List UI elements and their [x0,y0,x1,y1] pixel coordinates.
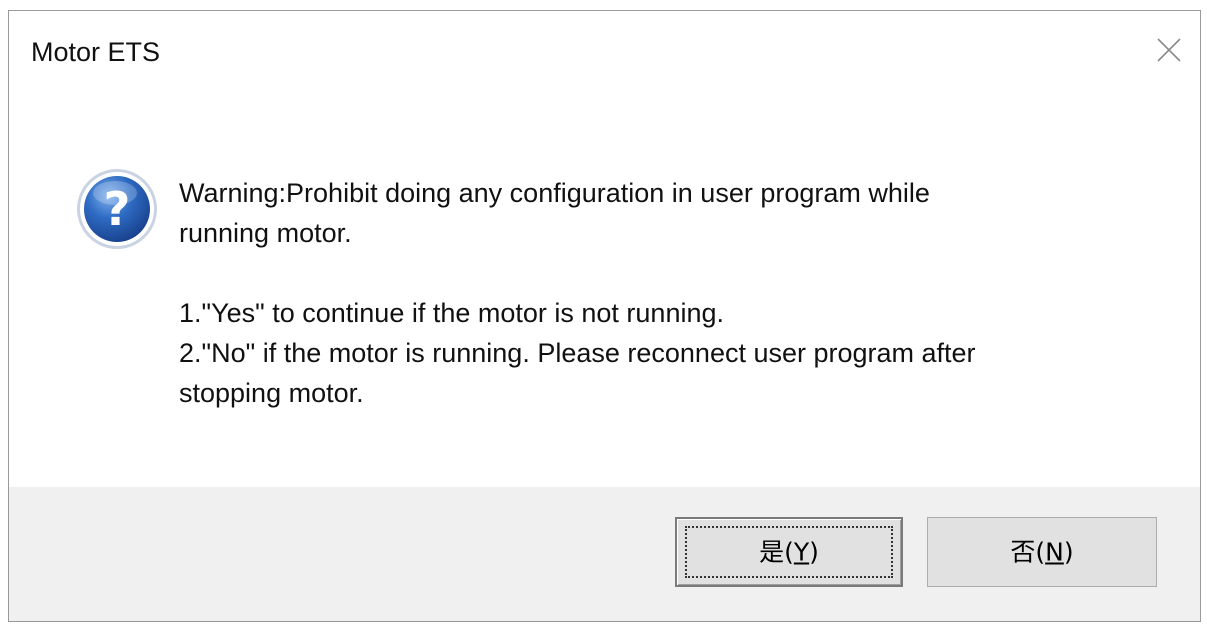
message-line: 1."Yes" to continue if the motor is not … [179,298,724,328]
message-line: running motor. [179,218,352,248]
message-line: 2."No" if the motor is running. Please r… [179,338,976,368]
yes-button-label: 是(Y) [759,537,819,567]
no-button-label: 否(N) [1010,537,1074,567]
question-glyph: ? [104,182,131,236]
message-line: stopping motor. [179,378,364,408]
question-icon: ? [75,167,159,251]
yes-button[interactable]: 是(Y) [675,517,903,587]
no-button[interactable]: 否(N) [927,517,1157,587]
dialog-title: Motor ETS [31,37,161,67]
message-line: Warning:Prohibit doing any configuration… [179,178,930,208]
close-button[interactable] [1154,35,1184,65]
message-text: Warning:Prohibit doing any configuration… [179,173,1169,413]
close-icon [1157,38,1181,62]
message-dialog: Motor ETS ? Warning:Prohibit doing any c… [8,10,1201,622]
button-bar: 是(Y) 否(N) [9,487,1200,621]
